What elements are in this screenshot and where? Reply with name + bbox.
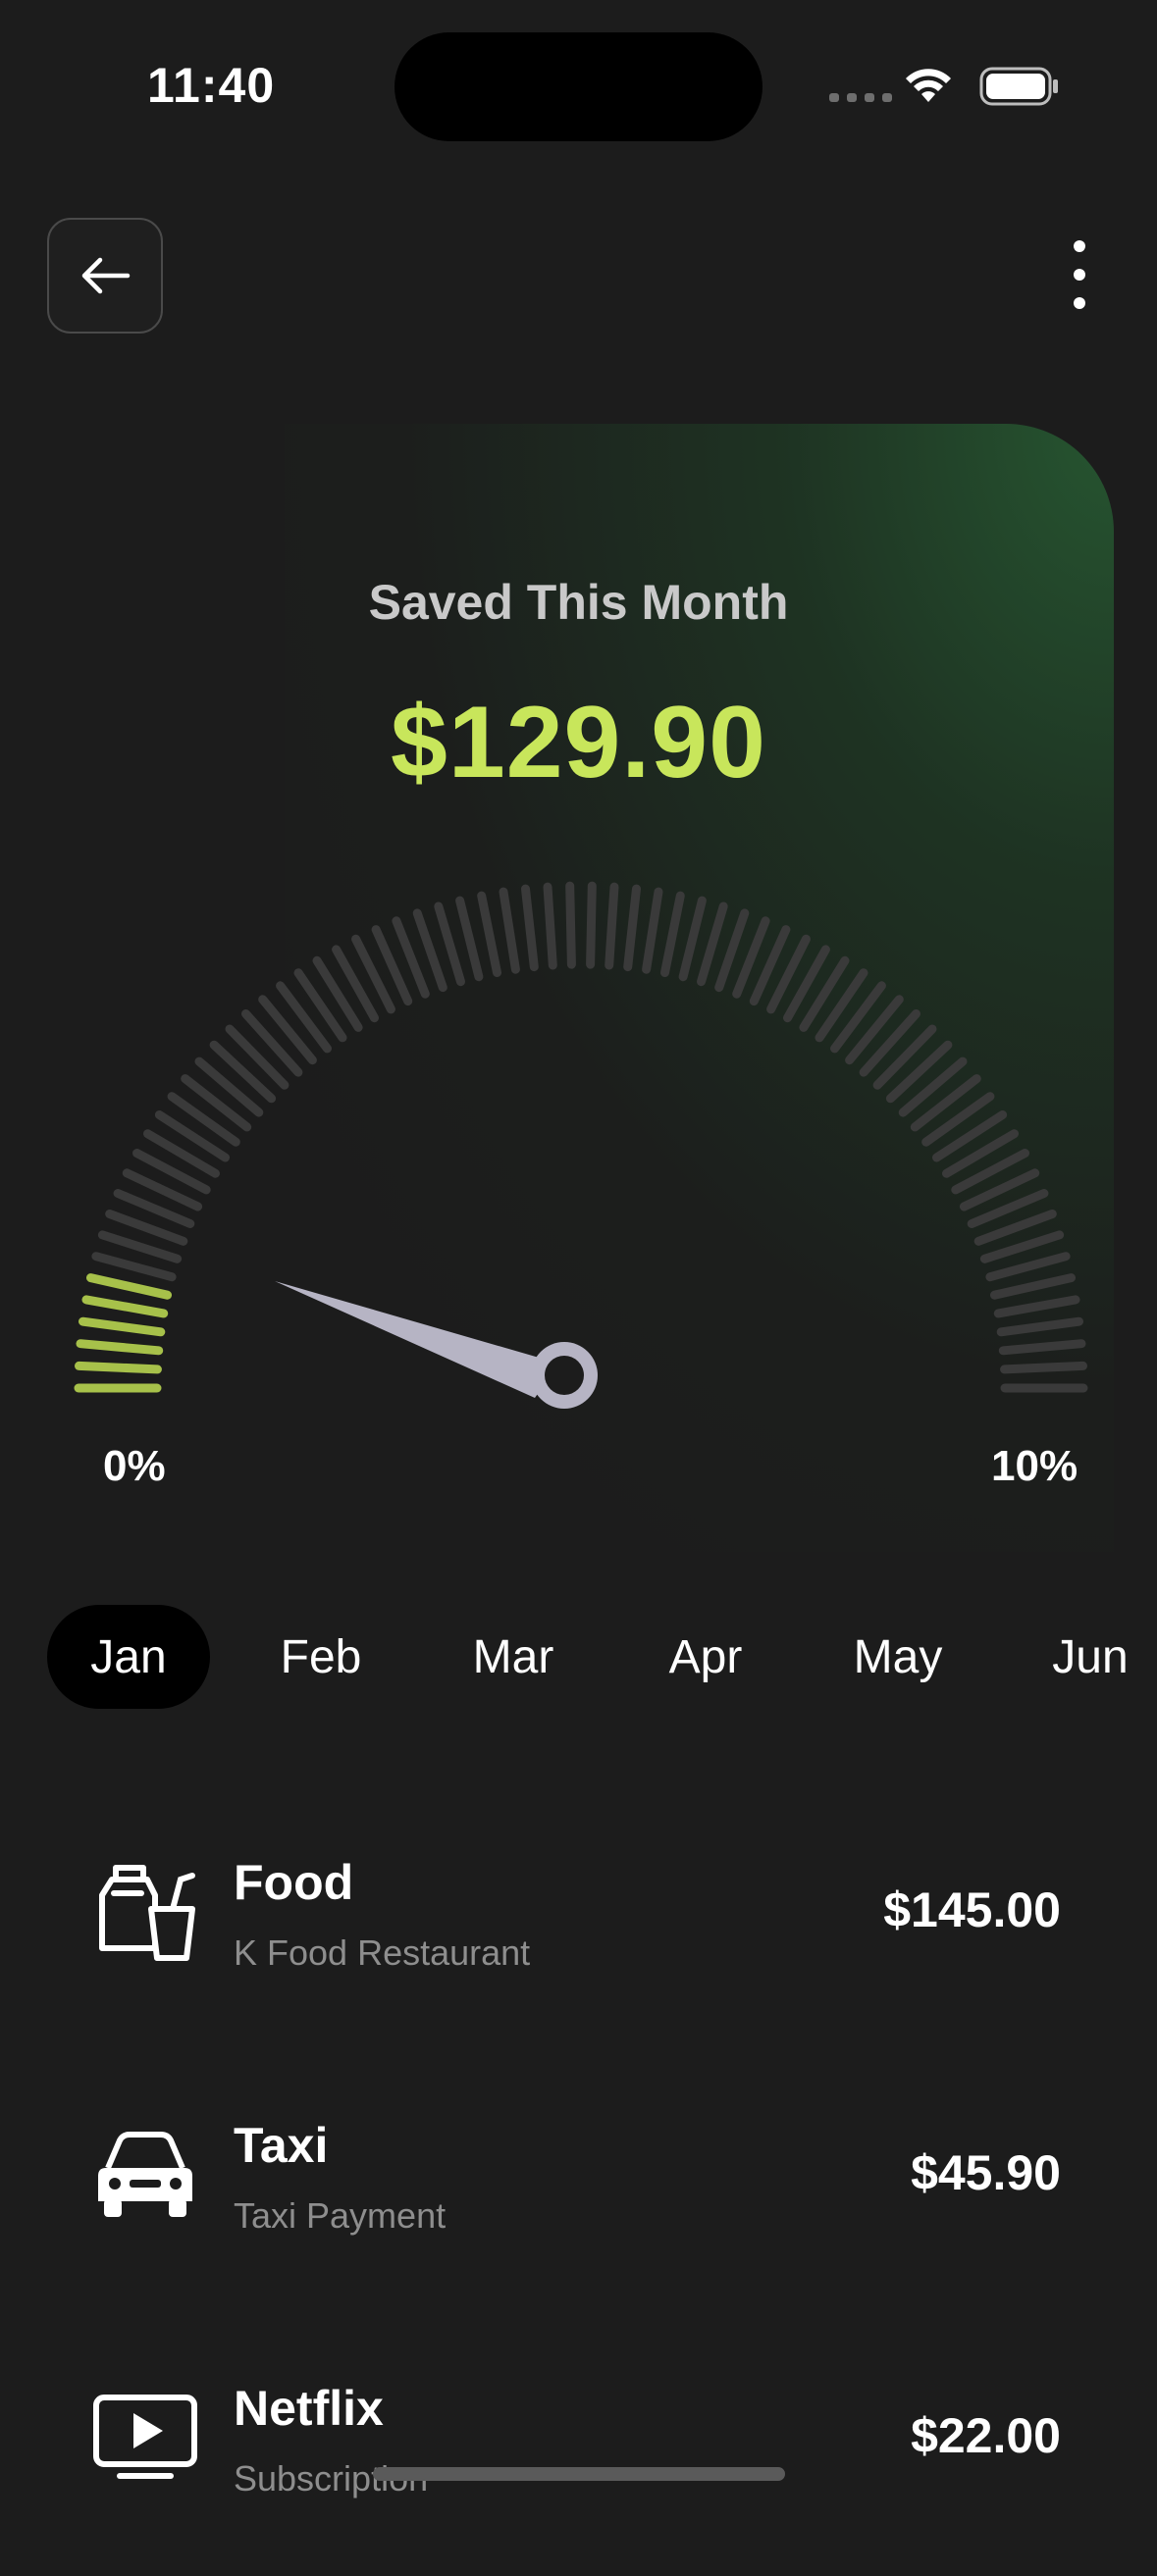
gauge-tick <box>434 902 465 987</box>
gauge-tick <box>830 981 886 1054</box>
gauge-tick <box>697 902 728 987</box>
gauge-tick <box>293 968 347 1043</box>
gauge-tick <box>605 882 619 970</box>
gauge-tick <box>181 1074 252 1132</box>
gauge-tick <box>990 1273 1076 1300</box>
month-tab-jun[interactable]: Jun <box>1009 1605 1157 1709</box>
gauge-tick <box>81 1295 169 1318</box>
gauge-tick <box>565 881 576 969</box>
transaction-title: Food <box>234 1855 354 1910</box>
month-tab-feb[interactable]: Feb <box>239 1605 402 1709</box>
gauge-tick <box>859 1009 920 1077</box>
gauge-tick <box>678 896 707 982</box>
gauge-tick <box>993 1295 1080 1318</box>
month-tab-may[interactable]: May <box>816 1605 979 1709</box>
gauge-tick <box>910 1074 981 1132</box>
summary-label: Saved This Month <box>368 575 789 630</box>
battery-icon <box>979 67 1060 111</box>
gauge-tick <box>79 1316 166 1337</box>
transaction-amount: $45.90 <box>911 2145 1061 2200</box>
status-time: 11:40 <box>147 58 276 113</box>
arrow-left-icon <box>81 257 131 294</box>
gauge-tick <box>75 1361 162 1374</box>
gauge-tick <box>898 1056 968 1117</box>
dynamic-island <box>394 32 763 141</box>
food-drink-icon <box>99 1865 195 1961</box>
gauge-tick <box>996 1316 1083 1337</box>
month-tab-apr[interactable]: Apr <box>624 1605 787 1709</box>
month-tab-mar[interactable]: Mar <box>432 1605 595 1709</box>
signal-icon <box>829 93 892 102</box>
gauge-tick <box>543 882 557 970</box>
transaction-title: Taxi <box>234 2118 329 2173</box>
home-indicator <box>373 2467 785 2481</box>
gauge-tick <box>258 995 317 1065</box>
gauge-tick <box>586 881 597 969</box>
gauge-tick <box>194 1056 264 1117</box>
gauge-tick <box>477 891 501 977</box>
gauge-tick <box>455 896 484 982</box>
gauge-tick <box>225 1024 289 1090</box>
gauge-min-label: 0% <box>103 1442 166 1490</box>
car-icon <box>98 2132 192 2217</box>
transaction-subtitle: Taxi Payment <box>234 2195 447 2236</box>
gauge-tick <box>91 1252 177 1282</box>
more-options-button[interactable] <box>1060 240 1099 309</box>
gauge-tick <box>998 1339 1086 1356</box>
gauge-tick <box>872 1024 937 1090</box>
transaction-item-food[interactable]: Food K Food Restaurant $145.00 <box>0 1854 1157 2050</box>
month-selector: Jan Feb Mar Apr May Jun <box>47 1605 1157 1709</box>
transaction-title: Netflix <box>234 2381 384 2436</box>
savings-gauge <box>74 881 1088 1409</box>
gauge-tick <box>885 1040 953 1104</box>
gauge-tick <box>623 884 641 972</box>
gauge-max-label: 10% <box>991 1442 1078 1490</box>
gauge-tick <box>921 1092 995 1147</box>
gauge-tick <box>1000 1361 1087 1374</box>
gauge-ticks <box>74 881 1088 1393</box>
wifi-icon <box>903 65 954 109</box>
month-tab-jan[interactable]: Jan <box>47 1605 210 1709</box>
gauge-tick <box>86 1273 172 1300</box>
transaction-amount: $22.00 <box>911 2408 1061 2463</box>
gauge-tick <box>521 884 539 972</box>
gauge-tick <box>167 1092 240 1147</box>
gauge-tick <box>845 995 904 1065</box>
gauge-tick <box>499 887 520 974</box>
gauge-tick <box>209 1040 277 1104</box>
gauge-tick <box>241 1009 303 1077</box>
play-screen-icon <box>93 2395 197 2479</box>
transaction-amount: $145.00 <box>883 1882 1061 1937</box>
gauge-tick <box>76 1339 164 1356</box>
gauge-tick <box>276 981 332 1054</box>
gauge-tick <box>642 887 663 974</box>
gauge-tick <box>985 1252 1071 1282</box>
gauge-tick <box>660 891 685 977</box>
transaction-item-taxi[interactable]: Taxi Taxi Payment $45.90 <box>0 2117 1157 2313</box>
gauge-needle <box>275 1281 559 1398</box>
back-button[interactable] <box>47 218 163 334</box>
summary-amount: $129.90 <box>391 686 766 799</box>
more-vertical-icon <box>1074 240 1085 252</box>
transaction-subtitle: K Food Restaurant <box>234 1932 531 1973</box>
gauge-tick <box>815 968 868 1043</box>
